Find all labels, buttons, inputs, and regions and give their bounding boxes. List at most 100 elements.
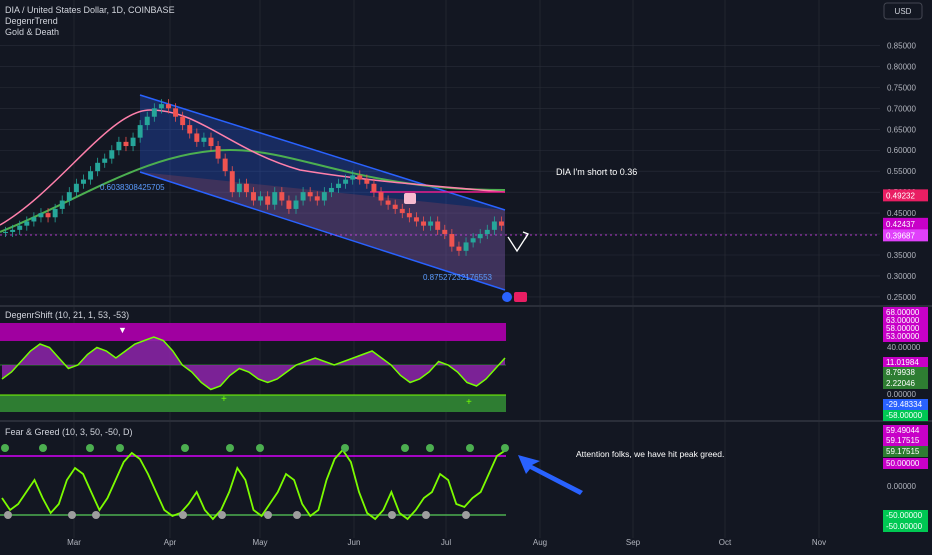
trading-chart: ▼ + + 0.85000 0.80000 0.75000 0.70000 0.6500… [0,0,932,550]
candle-body [258,196,264,201]
fear-marker-icon [462,511,470,519]
candle-body [66,192,72,201]
price-label: 0.42437 [886,220,915,229]
shift-label: 11.01984 [886,358,919,367]
time-tick-label: Nov [812,538,826,547]
symbol-title: DIA / United States Dollar, 1D, COINBASE [5,5,175,15]
greed-marker-icon [501,444,509,452]
candle-body [59,200,65,209]
candle-body [45,213,51,218]
greed-marker-icon [1,444,9,452]
price-tick-label: 0.80000 [887,62,916,71]
time-tick-label: Apr [164,538,177,547]
shift-label: 2.22046 [886,379,915,388]
candle-body [321,192,327,201]
candle-body [31,217,37,222]
candle-body [180,116,186,126]
candle-body [350,175,356,180]
candle-body [378,192,384,201]
fg-label: -50.00000 [886,522,923,531]
price-tick-label: 0.30000 [887,272,916,281]
price-tick-label: 0.85000 [887,41,916,50]
candle-body [123,141,129,147]
candle-body [428,221,434,226]
candle-body [272,192,278,205]
candle-body [470,238,476,243]
greed-marker-icon [256,444,264,452]
candle-body [215,146,221,159]
candle-body [194,133,200,142]
flash-icon [502,292,512,302]
currency-button-label[interactable]: USD [895,7,912,16]
candle-body [336,183,341,188]
shift-label: 53.00000 [886,332,920,341]
overbought-band [0,323,506,341]
candle-body [463,242,469,251]
greed-marker-icon [39,444,47,452]
fg-label: -50.00000 [886,511,923,520]
time-tick-label: Jun [348,538,361,547]
time-tick-label: Aug [533,538,547,547]
candle-body [343,179,349,184]
candle-body [491,221,497,230]
candle-body [484,229,490,235]
fg-plain-label: 0.00000 [887,482,916,491]
fg-label: 59.49044 [886,426,920,435]
candle-body [392,204,398,209]
greed-marker-icon [181,444,189,452]
candle-body [17,225,23,230]
candle-body [357,175,363,180]
candle-body [498,221,504,226]
candle-body [307,192,313,197]
candle-body [116,141,122,151]
degenrshift-title[interactable]: DegenrShift (10, 21, 1, 53, -53) [5,310,129,320]
candle-body [222,158,228,172]
short-annotation: DIA I'm short to 0.36 [556,167,637,177]
candle-body [208,137,214,147]
channel-label-lower: 0.87527232176553 [423,273,493,282]
candle-body [314,196,320,201]
greed-marker-icon [116,444,124,452]
candle-body [236,183,242,193]
greed-marker-icon [341,444,349,452]
time-tick-label: Sep [626,538,641,547]
flag-icon [514,292,527,302]
fear-marker-icon [4,511,12,519]
shift-plain-label: 40.00000 [887,343,921,352]
candle-body [371,183,377,193]
fear-marker-icon [388,511,396,519]
time-tick-label: May [252,538,267,547]
candle-body [173,108,179,117]
candle-body [95,162,101,172]
candle-body [137,125,143,138]
fear-marker-icon [218,511,226,519]
time-tick-label: Oct [719,538,732,547]
candle-body [130,137,136,147]
shift-label: 8.79938 [886,368,915,377]
peak-greed-annotation: Attention folks, we have hit peak greed. [576,449,725,459]
candle-body [449,234,455,247]
candle-body [243,183,249,193]
fg-label: 59.17515 [886,447,920,456]
chart-root: ▼ + + 0.85000 0.80000 0.75000 0.70000 0.6500… [0,0,932,550]
greed-marker-icon [86,444,94,452]
peak-greed-annotation-box: Attention folks, we have hit peak greed. [576,449,725,459]
candle-body [293,200,299,209]
candle-body [187,125,193,134]
candle-body [364,179,370,184]
candle-body [413,217,419,222]
candle-body [73,183,79,193]
fear-greed-title[interactable]: Fear & Greed (10, 3, 50, -50, D) [5,427,133,437]
candle-body [328,187,334,193]
price-tick-label: 0.65000 [887,125,916,134]
candle-body [300,192,306,201]
candle-body [102,158,108,163]
candle-body [201,137,207,142]
candle-body [286,200,292,209]
indicator-label-degenrtrend[interactable]: DegenrTrend [5,16,58,26]
candle-body [10,229,16,232]
indicator-label-gold-death[interactable]: Gold & Death [5,27,59,37]
fear-marker-icon [68,511,76,519]
shift-plain-label: 0.00000 [887,390,916,399]
candle-body [151,108,157,117]
